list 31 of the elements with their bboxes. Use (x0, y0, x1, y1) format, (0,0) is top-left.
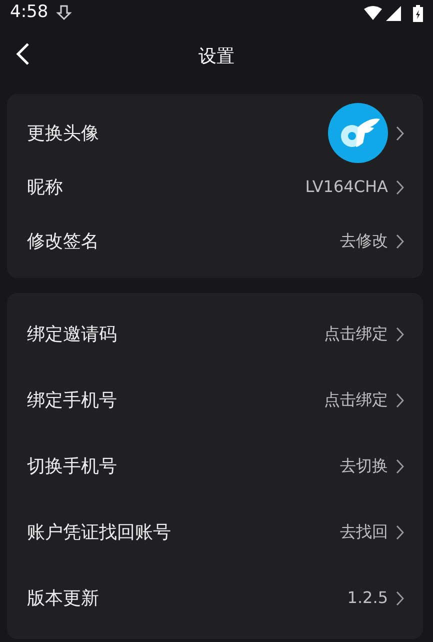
chevron-icon (396, 180, 405, 194)
setting-label[interactable]: 更换头像 (27, 120, 99, 146)
chevron-icon (396, 392, 405, 408)
avatar-image (328, 103, 388, 163)
setting-label[interactable]: 修改签名 (27, 228, 99, 254)
setting-label[interactable]: 绑定邀请码 (27, 320, 117, 348)
setting-label[interactable]: 绑定手机号 (27, 386, 117, 414)
setting-label[interactable]: 版本更新 (27, 584, 99, 612)
setting-label[interactable]: 账户凭证找回账号 (27, 518, 171, 546)
status-time: 4:58 (10, 1, 48, 24)
setting-value: 点击绑定 (324, 323, 388, 345)
setting-value: 去切换 (340, 455, 388, 477)
chevron-icon (396, 590, 405, 606)
setting-value: LV164CHA (305, 176, 388, 198)
wifi-icon (364, 6, 382, 20)
signal-icon (386, 6, 401, 20)
setting-value: 1.2.5 (347, 587, 388, 609)
setting-value: 点击绑定 (324, 389, 388, 411)
chevron-icon (396, 326, 405, 342)
download-icon (56, 5, 72, 21)
setting-value: 去找回 (340, 521, 388, 543)
chevron-icon (396, 126, 405, 140)
setting-label[interactable]: 昵称 (27, 174, 63, 200)
setting-label[interactable]: 切换手机号 (27, 452, 117, 480)
back-icon[interactable] (14, 42, 32, 66)
chevron-icon (396, 234, 405, 248)
page-title: 设置 (198, 44, 234, 68)
setting-value: 去修改 (340, 230, 388, 252)
chevron-icon (396, 524, 405, 540)
chevron-icon (396, 458, 405, 474)
battery-icon (413, 4, 423, 22)
